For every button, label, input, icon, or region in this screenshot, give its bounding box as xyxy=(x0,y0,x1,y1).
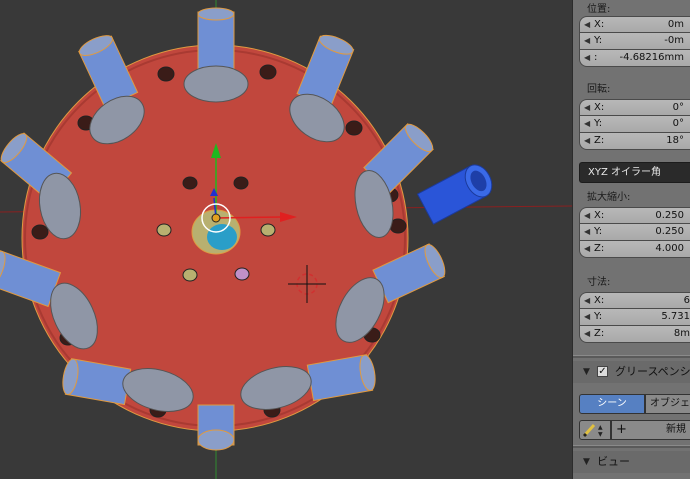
new-grease-pencil-button[interactable]: + 新規 xyxy=(611,420,690,440)
pencil-icon: ▲ ▼ xyxy=(582,423,603,438)
decrement-arrow-icon[interactable]: ◀ xyxy=(584,134,590,148)
decrement-arrow-icon[interactable]: ◀ xyxy=(584,18,590,32)
location-x-field[interactable]: ◀ X: 0m xyxy=(579,16,690,33)
plus-icon: + xyxy=(616,422,627,437)
triangle-down-icon[interactable]: ▼ xyxy=(583,361,590,383)
dimensions-z-field[interactable]: ◀ Z: 8m xyxy=(579,326,690,343)
rotation-label: 回転: xyxy=(587,84,611,95)
decrement-arrow-icon[interactable]: ◀ xyxy=(584,310,590,324)
location-label: 位置: xyxy=(587,4,611,15)
grease-pencil-new-row: ▲ ▼ + 新規 xyxy=(579,420,690,440)
decrement-arrow-icon[interactable]: ◀ xyxy=(584,34,590,48)
rotation-z-field[interactable]: ◀ Z: 18° xyxy=(579,133,690,150)
tab-object[interactable]: オブジェ xyxy=(645,394,690,414)
grease-pencil-checkbox[interactable]: ✓ xyxy=(597,366,608,377)
pencil-selector[interactable]: ▲ ▼ xyxy=(579,420,611,440)
decrement-arrow-icon[interactable]: ◀ xyxy=(584,101,590,115)
rotation-x-field[interactable]: ◀ X: 0° xyxy=(579,99,690,116)
location-z-field[interactable]: ◀ : -4.68216mm xyxy=(579,50,690,67)
dimensions-label: 寸法: xyxy=(587,277,611,288)
selected-post[interactable] xyxy=(416,160,498,225)
properties-panel: 位置: ◀ X: 0m ◀ Y: -0m ◀ : -4.68216mm 回転: … xyxy=(572,0,690,479)
triangle-down-icon[interactable]: ▼ xyxy=(583,451,590,473)
scale-label: 拡大縮小: xyxy=(587,192,631,203)
grease-pencil-source-tabs: シーン オブジェ xyxy=(579,394,690,414)
dimensions-x-field[interactable]: ◀ X: 6 xyxy=(579,292,690,309)
decrement-arrow-icon[interactable]: ◀ xyxy=(584,51,590,65)
grease-pencil-title: グリースペンシ xyxy=(615,365,690,378)
section-divider xyxy=(573,445,690,448)
view-title: ビュー xyxy=(597,455,630,468)
3d-viewport[interactable] xyxy=(0,0,572,479)
decrement-arrow-icon[interactable]: ◀ xyxy=(584,209,590,223)
tab-scene[interactable]: シーン xyxy=(579,394,645,414)
decrement-arrow-icon[interactable]: ◀ xyxy=(584,327,590,341)
decrement-arrow-icon[interactable]: ◀ xyxy=(584,225,590,239)
scale-x-field[interactable]: ◀ X: 0.250 xyxy=(579,207,690,224)
decrement-arrow-icon[interactable]: ◀ xyxy=(584,294,590,308)
svg-text:▼: ▼ xyxy=(598,431,603,438)
grease-pencil-header[interactable]: ▼ ✓ グリースペンシ xyxy=(573,361,690,383)
scale-y-field[interactable]: ◀ Y: 0.250 xyxy=(579,224,690,241)
scale-z-field[interactable]: ◀ Z: 4.000 xyxy=(579,241,690,258)
dimensions-y-field[interactable]: ◀ Y: 5.731 xyxy=(579,309,690,326)
section-divider xyxy=(573,355,690,358)
center-hub-inner xyxy=(207,224,237,250)
decrement-arrow-icon[interactable]: ◀ xyxy=(584,242,590,256)
scene-canvas[interactable] xyxy=(0,0,572,479)
rotation-y-field[interactable]: ◀ Y: 0° xyxy=(579,116,690,133)
view-header[interactable]: ▼ ビュー xyxy=(573,451,690,473)
location-y-field[interactable]: ◀ Y: -0m xyxy=(579,33,690,50)
rotation-mode-dropdown[interactable]: XYZ オイラー角 xyxy=(579,162,690,183)
decrement-arrow-icon[interactable]: ◀ xyxy=(584,117,590,131)
svg-text:▲: ▲ xyxy=(598,424,603,431)
